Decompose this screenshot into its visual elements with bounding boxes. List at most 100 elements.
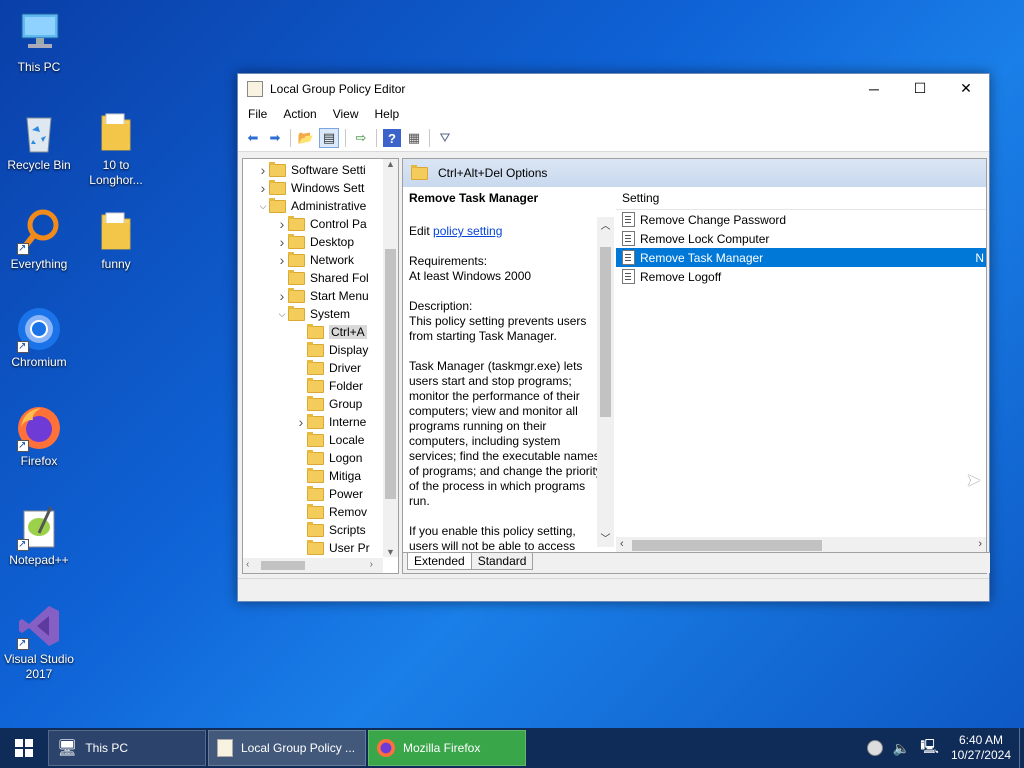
help-icon[interactable]: ? — [383, 129, 401, 147]
desktop-icon-label: Firefox — [20, 454, 58, 468]
tree-item[interactable]: Scripts — [243, 521, 398, 539]
scroll-right-icon[interactable]: › — [978, 538, 982, 550]
chevron-right-icon[interactable]: › — [276, 252, 288, 268]
tree-item-selected[interactable]: Ctrl+A — [243, 323, 398, 341]
scroll-left-icon[interactable]: ‹ — [620, 538, 624, 550]
taskbar-item-label: This PC — [85, 741, 128, 755]
properties-icon[interactable]: ▦ — [405, 129, 423, 147]
desktop-icon-label: Recycle Bin — [7, 158, 71, 172]
toolbar-separator — [376, 129, 377, 147]
scroll-up-icon[interactable]: ▲ — [383, 159, 398, 169]
tree-item[interactable]: Display — [243, 341, 398, 359]
desktop-icon-everything[interactable]: Everything — [1, 207, 77, 272]
edit-prefix: Edit — [409, 224, 430, 238]
menu-help[interactable]: Help — [369, 107, 406, 121]
tree-item[interactable]: User Pr — [243, 539, 398, 557]
export-list-icon[interactable]: ⇨ — [352, 129, 370, 147]
tab-standard[interactable]: Standard — [470, 553, 534, 570]
mouse-cursor-icon: ➤ — [966, 470, 982, 490]
title-bar[interactable]: Local Group Policy Editor ─ ☐ ✕ — [238, 74, 989, 103]
scroll-left-icon[interactable]: ‹ — [246, 559, 249, 570]
menu-view[interactable]: View — [327, 107, 365, 121]
tree-item[interactable]: ⌵ System — [243, 305, 398, 323]
maximize-button[interactable]: ☐ — [897, 74, 943, 103]
tree-item[interactable]: Folder — [243, 377, 398, 395]
list-item[interactable]: Remove Change Password — [616, 210, 986, 229]
menu-file[interactable]: File — [242, 107, 273, 121]
desktop-icon-10-to-longhorn[interactable]: 10 to Longhor... — [78, 108, 154, 188]
tree-item[interactable]: Shared Fol — [243, 269, 398, 287]
desktop-icon-firefox[interactable]: Firefox — [1, 404, 77, 469]
tree-item[interactable]: Mitiga — [243, 467, 398, 485]
close-button[interactable]: ✕ — [943, 74, 989, 103]
edit-policy-link[interactable]: policy setting — [433, 224, 502, 238]
tree-item[interactable]: Power — [243, 485, 398, 503]
taskbar-item-group-policy[interactable]: Local Group Policy ... — [208, 730, 366, 766]
scroll-thumb[interactable] — [600, 247, 611, 417]
back-arrow-icon[interactable]: ⬅ — [244, 129, 262, 147]
list-item[interactable]: Remove Lock Computer — [616, 229, 986, 248]
menu-action[interactable]: Action — [277, 107, 322, 121]
list-item[interactable]: Remove Logoff — [616, 267, 986, 286]
tree-item[interactable]: › Software Setti — [243, 161, 398, 179]
scroll-down-icon[interactable]: ▼ — [383, 547, 398, 557]
chevron-right-icon[interactable]: › — [276, 216, 288, 232]
start-button[interactable] — [0, 728, 48, 768]
taskbar-item-this-pc[interactable]: 🖥 This PC — [48, 730, 206, 766]
desktop-icon-notepadpp[interactable]: Notepad++ — [1, 503, 77, 568]
tree-item[interactable]: › Control Pa — [243, 215, 398, 233]
up-folder-icon[interactable]: 📂 — [297, 129, 315, 147]
tree-item[interactable]: › Desktop — [243, 233, 398, 251]
scroll-up-icon[interactable]: ︿ — [597, 217, 614, 232]
desktop-icon-chromium[interactable]: Chromium — [1, 305, 77, 370]
display-network-icon[interactable]: 🖳 — [920, 736, 939, 760]
volume-icon[interactable]: 🔈 — [893, 740, 910, 757]
list-item-selected[interactable]: Remove Task Manager N — [616, 248, 986, 267]
clock[interactable]: 6:40 AM 10/27/2024 — [951, 733, 1011, 763]
desktop-icon-visual-studio[interactable]: Visual Studio 2017 — [1, 602, 77, 682]
network-globe-icon[interactable] — [866, 740, 883, 756]
scroll-thumb[interactable] — [385, 249, 396, 499]
scroll-down-icon[interactable]: ﹀ — [597, 530, 614, 545]
chevron-right-icon[interactable]: › — [276, 234, 288, 250]
tree-item[interactable]: › Network — [243, 251, 398, 269]
scroll-thumb[interactable] — [632, 540, 822, 551]
tree-vertical-scrollbar[interactable]: ▲ ▼ — [383, 159, 398, 557]
list-horizontal-scrollbar[interactable]: ‹ › — [616, 537, 986, 553]
show-desktop-button[interactable] — [1019, 728, 1024, 768]
chevron-down-icon[interactable]: ⌵ — [257, 201, 269, 212]
tree-item[interactable]: › Interne — [243, 413, 398, 431]
desktop-icon-funny[interactable]: funny — [78, 207, 154, 272]
show-hide-tree-icon[interactable]: ▤ — [319, 128, 339, 148]
tree-horizontal-scrollbar[interactable]: ‹ › — [243, 558, 383, 573]
system-tray: 🔈 🖳 6:40 AM 10/27/2024 — [866, 728, 1024, 768]
tree-item[interactable]: Remov — [243, 503, 398, 521]
description-scrollbar[interactable]: ︿ ﹀ — [597, 217, 614, 547]
minimize-button[interactable]: ─ — [851, 74, 897, 103]
details-header: Ctrl+Alt+Del Options — [403, 159, 986, 187]
tree-item[interactable]: Logon — [243, 449, 398, 467]
tree-item[interactable]: Locale — [243, 431, 398, 449]
forward-arrow-icon[interactable]: ➡ — [266, 129, 284, 147]
desktop-icon-recycle-bin[interactable]: Recycle Bin — [1, 108, 77, 173]
desktop-icon-label: Chromium — [11, 355, 67, 369]
tree-item[interactable]: › Start Menu — [243, 287, 398, 305]
tree-item[interactable]: › Windows Sett — [243, 179, 398, 197]
chevron-right-icon[interactable]: › — [295, 414, 307, 430]
scroll-right-icon[interactable]: › — [370, 559, 373, 570]
desktop-icon-this-pc[interactable]: This PC — [1, 10, 77, 75]
chevron-right-icon[interactable]: › — [276, 288, 288, 304]
menu-bar: File Action View Help — [238, 103, 989, 125]
tree-item[interactable]: Driver — [243, 359, 398, 377]
chevron-right-icon[interactable]: › — [257, 180, 269, 196]
tree-item[interactable]: Group — [243, 395, 398, 413]
chevron-down-icon[interactable]: ⌵ — [276, 309, 288, 320]
tab-extended[interactable]: Extended — [407, 553, 472, 570]
tree-item[interactable]: ⌵ Administrative — [243, 197, 398, 215]
column-header-setting[interactable]: Setting — [616, 187, 986, 210]
filter-icon[interactable]: ⛛ — [436, 129, 454, 147]
taskbar-item-firefox[interactable]: Mozilla Firefox — [368, 730, 526, 766]
scroll-thumb[interactable] — [261, 561, 305, 570]
chevron-right-icon[interactable]: › — [257, 162, 269, 178]
folder-icon — [307, 377, 324, 393]
